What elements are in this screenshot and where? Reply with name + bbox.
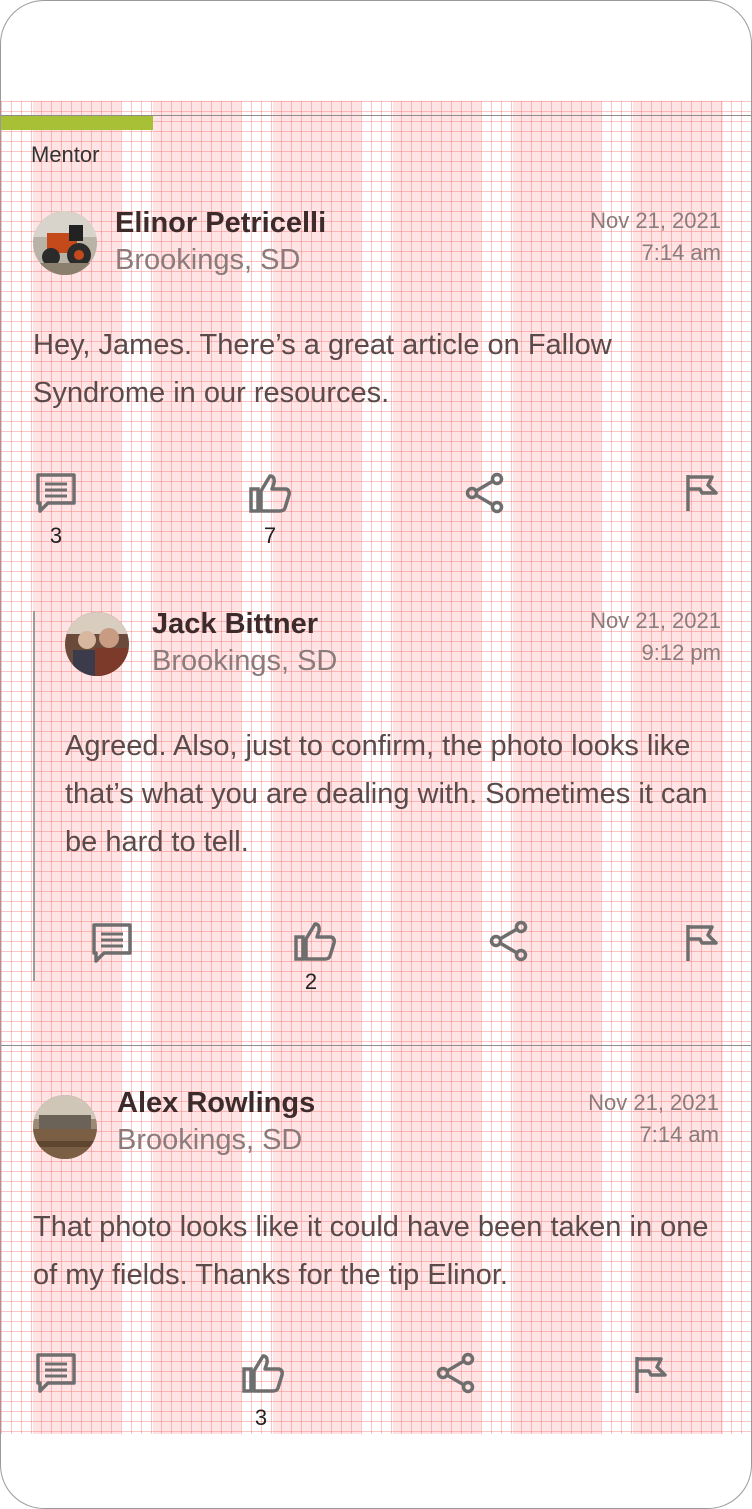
post-divider — [1, 1045, 751, 1046]
author-location: Brookings, SD — [117, 1124, 303, 1156]
share-icon — [436, 1352, 475, 1394]
share-button[interactable] — [435, 1351, 479, 1395]
like-button[interactable] — [241, 1351, 285, 1395]
author-location: Brookings, SD — [115, 244, 301, 276]
share-button[interactable] — [464, 471, 508, 515]
author-name[interactable]: Elinor Petricelli — [115, 207, 326, 240]
report-button[interactable] — [631, 1353, 675, 1397]
post-time: 9:12 pm — [641, 640, 722, 665]
people-photo-icon — [65, 612, 129, 676]
author-location: Brookings, SD — [152, 645, 338, 677]
author-name[interactable]: Jack Bittner — [152, 608, 318, 641]
comment-icon — [36, 1353, 76, 1393]
comment-icon — [92, 923, 132, 963]
share-icon — [489, 920, 528, 962]
like-count: 2 — [304, 969, 318, 994]
comment-icon — [36, 473, 76, 513]
like-button[interactable] — [293, 919, 337, 963]
post-timestamp: Nov 21, 2021 9:12 pm — [590, 605, 721, 669]
comment-count: 3 — [49, 523, 63, 548]
like-count: 3 — [254, 1405, 268, 1430]
post-date: Nov 21, 2021 — [588, 1090, 719, 1115]
like-button[interactable] — [248, 471, 292, 515]
post-time: 7:14 am — [639, 1122, 720, 1147]
share-button[interactable] — [488, 919, 532, 963]
flag-icon — [635, 1357, 667, 1393]
like-count: 7 — [263, 523, 277, 548]
phone-frame: Mentor Elinor Petricelli Brookings, SD N… — [0, 0, 752, 1509]
author-name[interactable]: Alex Rowlings — [117, 1087, 315, 1120]
comment-button[interactable] — [34, 471, 78, 515]
avatar-alex[interactable] — [33, 1095, 97, 1159]
mentor-accent-bar — [1, 116, 153, 130]
avatar-jack[interactable] — [65, 612, 129, 676]
share-icon — [465, 472, 504, 514]
post-date: Nov 21, 2021 — [590, 208, 721, 233]
post-text: That photo looks like it could have been… — [33, 1211, 709, 1291]
report-button[interactable] — [682, 921, 726, 965]
flag-icon — [686, 925, 718, 961]
thumbs-up-icon — [249, 474, 291, 513]
post-timestamp: Nov 21, 2021 7:14 am — [590, 205, 721, 269]
post-timestamp: Nov 21, 2021 7:14 am — [588, 1087, 719, 1151]
post-text: Agreed. Also, just to confirm, the photo… — [65, 730, 708, 858]
post-time: 7:14 am — [641, 240, 722, 265]
comment-button[interactable] — [34, 1351, 78, 1395]
thumbs-up-icon — [242, 1354, 284, 1393]
thumbs-up-icon — [294, 922, 336, 961]
field-photo-icon — [33, 1095, 97, 1159]
flag-icon — [686, 475, 718, 511]
comment-button[interactable] — [90, 921, 134, 965]
reply-thread-line — [33, 611, 35, 981]
report-button[interactable] — [682, 471, 726, 515]
mentor-badge: Mentor — [31, 142, 100, 167]
avatar-elinor[interactable] — [33, 211, 97, 275]
post-date: Nov 21, 2021 — [590, 608, 721, 633]
post-text: Hey, James. There’s a great article on F… — [33, 329, 612, 409]
tractor-photo-icon — [33, 211, 97, 275]
